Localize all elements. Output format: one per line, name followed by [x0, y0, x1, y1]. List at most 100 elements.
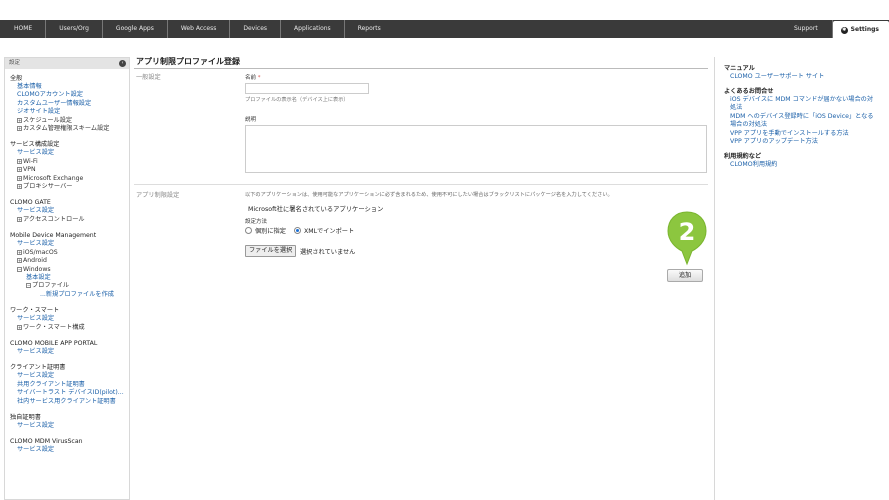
sidebar-item-shared-client-cert[interactable]: 共用クライアント証明書: [10, 381, 129, 389]
sidebar-item-internal-client-cert[interactable]: 社内サービス用クライアント証明書: [10, 398, 129, 406]
radio-individual-label: 個別に指定: [255, 228, 286, 235]
expand-icon: +: [17, 249, 22, 255]
manual-title: マニュアル: [724, 65, 755, 72]
sidebar-tree-profile[interactable]: − プロファイル: [10, 282, 129, 290]
sidebar-tree-schedule[interactable]: + スケジュール設定: [10, 117, 129, 125]
general-section-label: 一般設定: [136, 74, 161, 81]
sidebar-group-portal: CLOMO MOBILE APP PORTAL サービス設定: [10, 340, 129, 356]
faq-link-mdm-command-cont[interactable]: 処法: [724, 104, 889, 113]
nav-google-apps[interactable]: Google Apps: [103, 20, 168, 38]
step-marker-pin: 2: [667, 211, 707, 266]
sidebar-item-service-settings[interactable]: サービス設定: [10, 240, 129, 248]
sidebar-group-title: CLOMO MOBILE APP PORTAL: [10, 339, 98, 347]
top-navigation-bar: HOME Users/Org Google Apps Web Access De…: [0, 20, 889, 39]
setting-method-label: 設定方法: [245, 219, 268, 225]
sidebar-tree-label: Windows: [23, 265, 51, 273]
title-divider: [134, 68, 708, 69]
nav-reports[interactable]: Reports: [345, 20, 394, 38]
sidebar-item-service-settings[interactable]: サービス設定: [10, 348, 129, 356]
step-number: 2: [679, 218, 696, 246]
sidebar-tree-exchange[interactable]: + Microsoft Exchange: [10, 175, 129, 183]
choose-file-button[interactable]: ファイルを選択: [245, 245, 297, 257]
sidebar-item-service-settings[interactable]: サービス設定: [10, 207, 129, 215]
sidebar-tree-custom-permission[interactable]: + カスタム管理権限スキーム設定: [10, 125, 129, 133]
expand-icon: +: [17, 184, 22, 190]
faq-link-vpp-manual-install[interactable]: VPP アプリを手動でインストールする方法: [724, 130, 889, 139]
collapse-icon: −: [26, 283, 31, 289]
name-label-text: 名前: [245, 75, 257, 81]
add-button[interactable]: 追加: [667, 269, 703, 282]
name-input[interactable]: [245, 83, 369, 94]
sidebar-tree-label: アクセスコントロール: [23, 215, 85, 223]
sidebar-item-service-settings[interactable]: サービス設定: [10, 422, 129, 430]
page-title: アプリ制限プロファイル登録: [136, 57, 240, 66]
faq-link-ios-device-cont[interactable]: 場合の対処法: [724, 121, 889, 130]
faq-link-mdm-command[interactable]: iOS デバイスに MDM コマンドが届かない場合の対: [724, 96, 889, 105]
description-label: 説明: [245, 117, 257, 123]
gear-icon: ✱: [840, 26, 848, 34]
nav-support[interactable]: Support: [780, 20, 833, 38]
expand-icon: +: [17, 117, 22, 123]
sidebar-header-label: 設定: [9, 60, 21, 66]
sidebar-item-service-settings[interactable]: サービス設定: [10, 315, 129, 323]
sidebar-tree-vpn[interactable]: + VPN: [10, 166, 129, 174]
sidebar-tree-work-smart-config[interactable]: + ワーク・スマート構成: [10, 324, 129, 332]
sidebar-tree-label: プロキシサーバー: [23, 183, 73, 191]
name-hint: プロファイルの表示名（デバイス上に表示）: [245, 97, 349, 103]
sidebar-tree-label: Microsoft Exchange: [23, 174, 84, 182]
sidebar-group-client-cert: クライアント証明書 サービス設定 共用クライアント証明書 サイバートラスト デバ…: [10, 364, 129, 406]
required-mark: *: [257, 75, 261, 81]
radio-xml-option[interactable]: XMLでインポート: [294, 226, 354, 235]
sidebar-group-mdm: Mobile Device Management サービス設定 + iOS/mac…: [10, 232, 129, 299]
sidebar-tree-access-control[interactable]: + アクセスコントロール: [10, 216, 129, 224]
sidebar-item-service-settings[interactable]: サービス設定: [10, 446, 129, 454]
radio-individual[interactable]: [245, 227, 252, 234]
nav-applications[interactable]: Applications: [281, 20, 345, 38]
sidebar-tree-windows[interactable]: − Windows: [10, 266, 129, 274]
sidebar-item-new-profile[interactable]: ...新規プロファイルを作成: [10, 291, 129, 299]
chevron-left-icon[interactable]: ‹: [119, 60, 126, 67]
sidebar-group-title: 独自証明書: [10, 413, 41, 421]
main-nav: HOME Users/Org Google Apps Web Access De…: [0, 20, 394, 38]
radio-xml[interactable]: [294, 227, 301, 234]
terms-link[interactable]: CLOMO利用規約: [724, 161, 889, 170]
sidebar-item-geosite[interactable]: ジオサイト設定: [10, 108, 129, 116]
faq-link-vpp-update[interactable]: VPP アプリのアップデート方法: [724, 138, 889, 147]
nav-users-org[interactable]: Users/Org: [46, 20, 103, 38]
sidebar-item-clomo-account[interactable]: CLOMOアカウント設定: [10, 91, 129, 99]
expand-icon: +: [17, 126, 22, 132]
faq-link-ios-device[interactable]: MDM へのデバイス登録時に「iOS Device」となる: [724, 113, 889, 122]
sidebar-item-custom-user-info[interactable]: カスタムユーザー情報設定: [10, 100, 129, 108]
sidebar-tree-proxy[interactable]: + プロキシサーバー: [10, 183, 129, 191]
main-content: アプリ制限プロファイル登録 一般設定 名前 * プロファイルの表示名（デバイス上…: [134, 57, 710, 497]
sidebar-group-title: ワーク・スマート: [10, 307, 60, 315]
sidebar-group-virusscan: CLOMO MDM VirusScan サービス設定: [10, 438, 129, 454]
manual-link-support-site[interactable]: CLOMO ユーザーサポート サイト: [724, 73, 889, 82]
sidebar-item-service-settings[interactable]: サービス設定: [10, 149, 129, 157]
file-status-text: 選択されていません: [300, 249, 356, 256]
sidebar-tree-android[interactable]: + Android: [10, 257, 129, 265]
sidebar-tree-label: iOS/macOS: [23, 248, 58, 256]
radio-individual-option[interactable]: 個別に指定: [245, 226, 286, 235]
sidebar-tree-label: プロファイル: [32, 282, 70, 290]
sidebar-tree-ios-macos[interactable]: + iOS/macOS: [10, 249, 129, 257]
description-textarea[interactable]: [245, 125, 707, 173]
sidebar-group-clomo-gate: CLOMO GATE サービス設定 + アクセスコントロール: [10, 199, 129, 224]
nav-web-access[interactable]: Web Access: [168, 20, 231, 38]
section-divider: [134, 184, 708, 185]
expand-icon: +: [17, 167, 22, 173]
nav-settings-label: Settings: [850, 26, 879, 33]
sidebar-tree-wifi[interactable]: + Wi-Fi: [10, 158, 129, 166]
nav-devices[interactable]: Devices: [230, 20, 282, 38]
sidebar-group-title: 全般: [10, 75, 23, 82]
sidebar-item-service-settings[interactable]: サービス設定: [10, 372, 129, 380]
sidebar-item-windows-basic[interactable]: 基本設定: [10, 274, 129, 282]
nav-settings[interactable]: ✱ Settings: [832, 21, 889, 39]
sidebar-item-cybertrust-device-id[interactable]: サイバートラスト デバイスID(pilot)...: [10, 389, 129, 397]
sidebar-group-work-smart: ワーク・スマート サービス設定 + ワーク・スマート構成: [10, 307, 129, 332]
sidebar-header: 設定 ‹: [5, 58, 129, 69]
microsoft-signed-apps-label: Microsoft社に署名されているアプリケーション: [248, 206, 384, 213]
nav-home[interactable]: HOME: [0, 20, 47, 38]
help-panel: マニュアル CLOMO ユーザーサポート サイト よくあるお問合せ iOS デバ…: [714, 57, 889, 500]
collapse-icon: −: [17, 266, 22, 272]
